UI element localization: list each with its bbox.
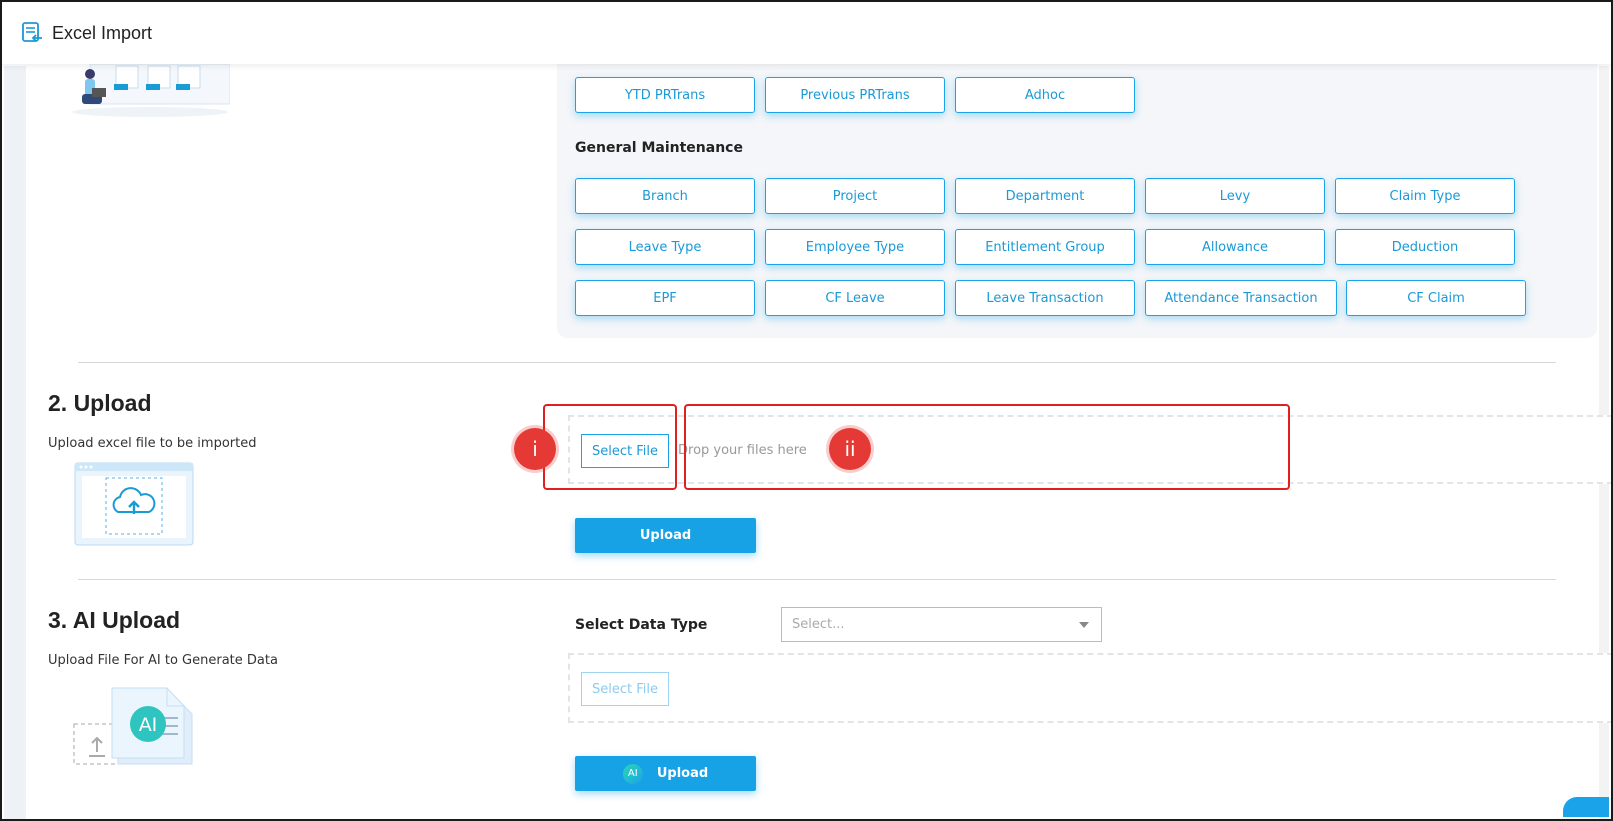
import-document-icon <box>22 22 42 42</box>
template-attendance-transaction-button[interactable]: Attendance Transaction <box>1145 280 1337 316</box>
window-frame: Excel Import YTD PRTrans Previous PRTran… <box>0 0 1613 821</box>
annotation-box-dropzone <box>684 404 1290 490</box>
ai-select-file-button[interactable]: Select File <box>581 672 669 706</box>
ai-upload-button-label: Upload <box>656 766 709 781</box>
annotation-marker-ii: ii <box>829 428 871 470</box>
upload-section-subtitle: Upload excel file to be imported <box>48 436 257 451</box>
template-previous-prtrans-button[interactable]: Previous PRTrans <box>765 77 945 113</box>
upload-cloud-illustration <box>74 462 194 546</box>
template-entitlement-group-button[interactable]: Entitlement Group <box>955 229 1135 265</box>
template-claim-type-button[interactable]: Claim Type <box>1335 178 1515 214</box>
left-sidebar-strip <box>4 66 26 819</box>
annotation-box-select-file <box>543 404 677 490</box>
chevron-down-icon <box>1079 622 1089 628</box>
template-allowance-button[interactable]: Allowance <box>1145 229 1325 265</box>
ai-upload-illustration: AI <box>73 687 193 765</box>
template-adhoc-button[interactable]: Adhoc <box>955 77 1135 113</box>
ai-upload-section-title: 3. AI Upload <box>48 607 181 633</box>
template-leave-type-button[interactable]: Leave Type <box>575 229 755 265</box>
template-leave-transaction-button[interactable]: Leave Transaction <box>955 280 1135 316</box>
template-project-button[interactable]: Project <box>765 178 945 214</box>
chat-widget-icon[interactable] <box>1563 797 1609 817</box>
template-deduction-button[interactable]: Deduction <box>1335 229 1515 265</box>
data-type-label: Select Data Type <box>575 617 708 633</box>
svg-text:AI: AI <box>139 714 158 736</box>
annotation-marker-i: i <box>514 428 556 470</box>
ai-upload-button[interactable]: AI Upload <box>575 756 756 791</box>
ai-upload-section-subtitle: Upload File For AI to Generate Data <box>48 653 278 668</box>
upload-section-title: 2. Upload <box>48 390 152 416</box>
template-cf-claim-button[interactable]: CF Claim <box>1346 280 1526 316</box>
template-branch-button[interactable]: Branch <box>575 178 755 214</box>
upload-button[interactable]: Upload <box>575 518 756 553</box>
data-type-placeholder: Select... <box>792 617 845 632</box>
page-header: Excel Import <box>2 2 1611 64</box>
template-illustration <box>72 64 230 117</box>
template-department-button[interactable]: Department <box>955 178 1135 214</box>
template-employee-type-button[interactable]: Employee Type <box>765 229 945 265</box>
ai-file-dropzone[interactable] <box>568 653 1611 723</box>
section-divider <box>78 362 1556 363</box>
data-type-select[interactable]: Select... <box>781 607 1102 642</box>
ai-icon: AI <box>622 763 643 784</box>
section-divider <box>78 579 1556 580</box>
template-ytd-prtrans-button[interactable]: YTD PRTrans <box>575 77 755 113</box>
general-maintenance-heading: General Maintenance <box>575 140 743 156</box>
page-title: Excel Import <box>52 22 153 43</box>
template-levy-button[interactable]: Levy <box>1145 178 1325 214</box>
template-cf-leave-button[interactable]: CF Leave <box>765 280 945 316</box>
template-epf-button[interactable]: EPF <box>575 280 755 316</box>
